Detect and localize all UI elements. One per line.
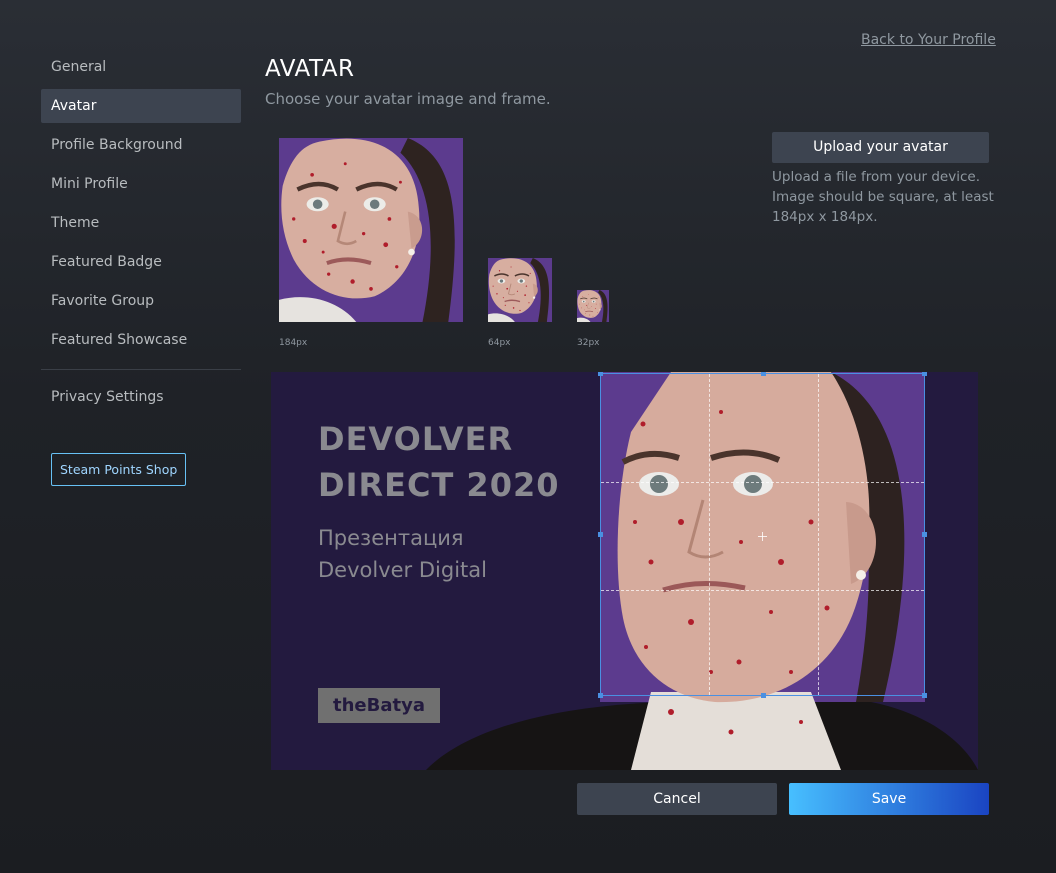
avatar-preview-medium-label: 64px	[488, 338, 511, 348]
nav-item-privacy-settings[interactable]: Privacy Settings	[41, 380, 241, 414]
banner-subtitle-line2: Devolver Digital	[318, 558, 487, 582]
crop-handle-bottom-left[interactable]	[598, 693, 603, 698]
save-button[interactable]: Save	[789, 783, 989, 815]
back-to-profile-link[interactable]: Back to Your Profile	[861, 32, 996, 48]
banner-title-line1: DEVOLVER	[318, 420, 514, 458]
banner-title: DEVOLVER DIRECT 2020	[318, 416, 559, 508]
steam-points-shop-button[interactable]: Steam Points Shop	[51, 453, 187, 486]
crop-handle-top-left[interactable]	[598, 372, 603, 376]
crop-center-crosshair-icon	[758, 532, 767, 541]
nav-item-profile-background[interactable]: Profile Background	[41, 128, 241, 162]
page-subtitle: Choose your avatar image and frame.	[265, 90, 551, 108]
banner-subtitle: Презентация Devolver Digital	[318, 522, 487, 586]
nav-item-mini-profile[interactable]: Mini Profile	[41, 167, 241, 201]
crop-handle-right[interactable]	[922, 532, 927, 537]
crop-grid-line	[818, 374, 819, 695]
crop-selection-box[interactable]	[598, 372, 927, 698]
avatar-crop-canvas[interactable]: DEVOLVER DIRECT 2020 Презентация Devolve…	[271, 372, 978, 770]
upload-avatar-button[interactable]: Upload your avatar	[772, 132, 989, 163]
banner-subtitle-line1: Презентация	[318, 526, 464, 550]
avatar-preview-large-label: 184px	[279, 338, 308, 348]
nav-item-avatar[interactable]: Avatar	[41, 89, 241, 123]
crop-handle-left[interactable]	[598, 532, 603, 537]
nav-item-general[interactable]: General	[41, 50, 241, 84]
crop-handle-bottom-right[interactable]	[922, 693, 927, 698]
settings-sidebar: General Avatar Profile Background Mini P…	[41, 50, 241, 486]
crop-handle-top[interactable]	[761, 372, 766, 376]
banner-title-line2: DIRECT 2020	[318, 466, 560, 504]
crop-grid-line	[601, 590, 924, 591]
crop-handle-bottom[interactable]	[761, 693, 766, 698]
nav-item-theme[interactable]: Theme	[41, 206, 241, 240]
crop-grid-line	[709, 374, 710, 695]
avatar-preview-medium	[488, 258, 552, 322]
avatar-preview-small	[577, 290, 609, 322]
upload-hint-text: Upload a file from your device. Image sh…	[772, 169, 994, 225]
avatar-preview-large	[279, 138, 463, 322]
nav-divider	[41, 369, 241, 370]
banner-tag: theBatya	[318, 688, 440, 723]
page-title: AVATAR	[265, 56, 355, 82]
crop-grid-line	[601, 482, 924, 483]
nav-item-favorite-group[interactable]: Favorite Group	[41, 284, 241, 318]
cancel-button[interactable]: Cancel	[577, 783, 777, 815]
crop-handle-top-right[interactable]	[922, 372, 927, 376]
avatar-preview-small-label: 32px	[577, 338, 600, 348]
nav-item-featured-badge[interactable]: Featured Badge	[41, 245, 241, 279]
nav-item-featured-showcase[interactable]: Featured Showcase	[41, 323, 241, 357]
